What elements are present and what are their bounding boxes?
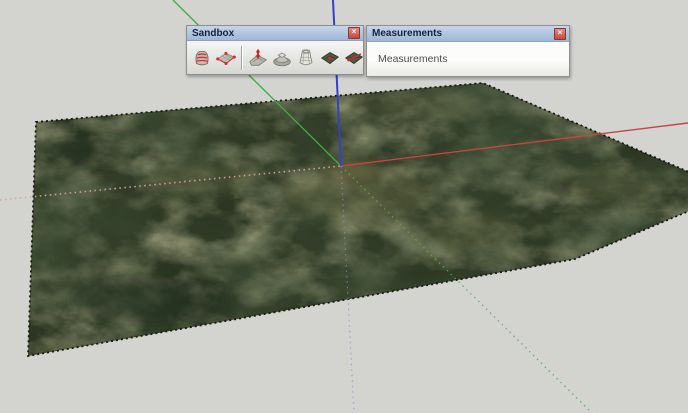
add-detail-icon [320, 51, 340, 64]
sandbox-toolbar-body [187, 41, 366, 74]
measurements-field-label: Measurements [378, 53, 448, 65]
flip-edge-icon [344, 51, 364, 64]
terrain-surface[interactable] [0, 55, 688, 375]
flip-edge-button[interactable] [342, 44, 366, 72]
from-contours-icon [195, 50, 209, 65]
measurements-titlebar[interactable]: Measurements × [367, 26, 569, 42]
close-icon[interactable]: × [554, 27, 566, 40]
measurements-title: Measurements [372, 28, 443, 39]
from-scratch-icon [216, 51, 236, 65]
toolbar-separator [241, 45, 243, 70]
sandbox-titlebar[interactable]: Sandbox × [187, 26, 363, 41]
drape-icon [299, 48, 313, 65]
sandbox-toolbar-window: Sandbox × [186, 25, 364, 75]
smoove-button[interactable] [246, 44, 270, 72]
add-detail-button[interactable] [318, 44, 342, 72]
stamp-icon [273, 51, 291, 66]
terrain-building-dot [672, 228, 682, 232]
terrain-building-dot [654, 230, 662, 234]
application-window: Sandbox × Measurements × Measurements [0, 0, 688, 413]
measurements-body: Measurements [367, 42, 569, 76]
smoove-icon [249, 48, 268, 66]
close-icon[interactable]: × [348, 27, 360, 39]
measurements-window: Measurements × Measurements [366, 25, 570, 77]
from-scratch-button[interactable] [214, 44, 238, 72]
from-contours-button[interactable] [190, 44, 214, 72]
drape-button[interactable] [294, 44, 318, 72]
sandbox-title: Sandbox [192, 27, 235, 39]
stamp-button[interactable] [270, 44, 294, 72]
